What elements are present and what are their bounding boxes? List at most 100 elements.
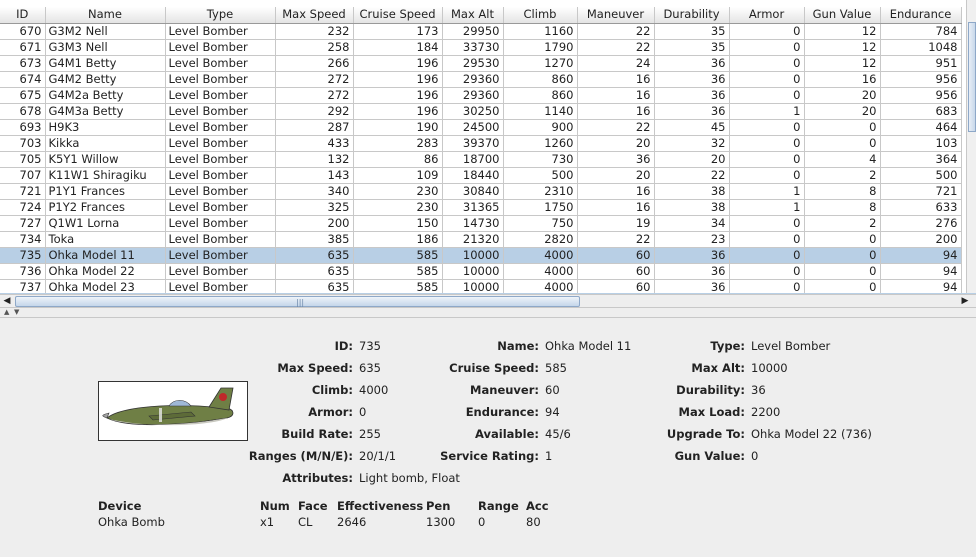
table-cell: 94	[880, 279, 962, 293]
gun-value-value: 0	[751, 449, 759, 463]
table-cell: 29360	[442, 71, 504, 88]
table-cell: 150	[353, 215, 443, 232]
collapse-up-icon[interactable]: ▲	[4, 308, 9, 316]
table-row[interactable]: 705 K5Y1 Willow Level Bomber 132 86 18700 730 3…	[0, 151, 962, 168]
table-cell: 0	[729, 215, 805, 232]
table-cell: 30250	[442, 103, 504, 120]
table-cell: Level Bomber	[165, 231, 276, 248]
horizontal-scroll-thumb[interactable]: |||	[15, 296, 580, 307]
table-cell: 10000	[442, 263, 504, 280]
table-cell: 364	[880, 151, 962, 168]
table-cell: 18700	[442, 151, 504, 168]
table-row[interactable]: 703 Kikka Level Bomber 433 283 39370 1260 20 32 0…	[0, 135, 962, 152]
table-cell: 19	[577, 215, 655, 232]
table-cell: 1160	[503, 23, 578, 40]
table-row[interactable]: 693 H9K3 Level Bomber 287 190 24500 900 22 45 0 0 4…	[0, 119, 962, 136]
table-cell: 724	[0, 199, 46, 216]
vertical-scroll-thumb[interactable]	[968, 22, 976, 132]
table-cell: Level Bomber	[165, 263, 276, 280]
column-header[interactable]: Name	[45, 7, 166, 24]
table-row[interactable]: 735 Ohka Model 11 Level Bomber 635 585 10000 4…	[0, 247, 962, 264]
table-cell: 703	[0, 135, 46, 152]
split-pane-divider[interactable]: ▲ ▼	[0, 308, 976, 318]
table-cell: 678	[0, 103, 46, 120]
column-header[interactable]: Endurance	[880, 7, 962, 24]
table-cell: 860	[503, 87, 578, 104]
aircraft-grid[interactable]: ID Name Type Max Speed Cruise Speed Max Alt Cl…	[0, 7, 962, 293]
attributes-value: Light bomb, Float	[359, 471, 460, 485]
table-row[interactable]: 675 G4M2a Betty Level Bomber 272 196 29360 860…	[0, 87, 962, 104]
table-row[interactable]: 721 P1Y1 Frances Level Bomber 340 230 30840 23…	[0, 183, 962, 200]
table-cell: 0	[729, 119, 805, 136]
device-name: Ohka Bomb	[98, 515, 165, 529]
max-load-label: Max Load:	[678, 405, 745, 419]
table-row[interactable]: 734 Toka Level Bomber 385 186 21320 2820 22 23 0 0…	[0, 231, 962, 248]
table-cell: G4M3a Betty	[45, 103, 166, 120]
column-header[interactable]: Max Speed	[275, 7, 354, 24]
table-cell: 340	[275, 183, 354, 200]
table-cell: 951	[880, 55, 962, 72]
table-row[interactable]: 674 G4M2 Betty Level Bomber 272 196 29360 860 1…	[0, 71, 962, 88]
scroll-grip-icon: |||	[296, 298, 305, 307]
device-effectiveness: 2646	[337, 515, 367, 529]
column-header[interactable]: Cruise Speed	[353, 7, 443, 24]
table-cell: 12	[804, 55, 881, 72]
device-effectiveness-header: Effectiveness	[337, 499, 424, 513]
table-cell: 32	[654, 135, 730, 152]
column-header[interactable]: Armor	[729, 7, 805, 24]
id-label: ID:	[334, 339, 353, 353]
table-cell: 24500	[442, 119, 504, 136]
column-header[interactable]: Max Alt	[442, 7, 504, 24]
aircraft-table[interactable]: ID Name Type Max Speed Cruise Speed Max Alt Cl…	[0, 0, 976, 294]
endurance-value: 94	[545, 405, 560, 419]
table-cell: 266	[275, 55, 354, 72]
scroll-right-icon[interactable]: ▶	[958, 295, 972, 307]
vertical-scrollbar[interactable]	[966, 0, 976, 293]
table-row[interactable]: 736 Ohka Model 22 Level Bomber 635 585 10000 4…	[0, 263, 962, 280]
column-header[interactable]: Durability	[654, 7, 730, 24]
table-cell: 230	[353, 199, 443, 216]
table-cell: 31365	[442, 199, 504, 216]
table-row[interactable]: 727 Q1W1 Lorna Level Bomber 200 150 14730 750 1…	[0, 215, 962, 232]
horizontal-scrollbar[interactable]: ◀ ||| ▶	[0, 294, 976, 308]
column-header[interactable]: Gun Value	[804, 7, 881, 24]
table-cell: 956	[880, 71, 962, 88]
table-row[interactable]: 737 Ohka Model 23 Level Bomber 635 585 10000 4…	[0, 279, 962, 293]
table-row[interactable]: 671 G3M3 Nell Level Bomber 258 184 33730 1790 2…	[0, 39, 962, 56]
table-cell: 35	[654, 39, 730, 56]
table-row[interactable]: 678 G4M3a Betty Level Bomber 292 196 30250 114…	[0, 103, 962, 120]
table-cell: Level Bomber	[165, 87, 276, 104]
table-cell: 20	[577, 135, 655, 152]
table-cell: 18440	[442, 167, 504, 184]
column-header[interactable]: Climb	[503, 7, 578, 24]
collapse-down-icon[interactable]: ▼	[14, 308, 19, 316]
table-cell: 22	[577, 119, 655, 136]
table-cell: K11W1 Shiragiku	[45, 167, 166, 184]
table-cell: 635	[275, 279, 354, 293]
scroll-left-icon[interactable]: ◀	[0, 295, 14, 307]
table-cell: 675	[0, 87, 46, 104]
table-cell: 0	[804, 263, 881, 280]
table-cell: Q1W1 Lorna	[45, 215, 166, 232]
table-row[interactable]: 724 P1Y2 Frances Level Bomber 325 230 31365 17…	[0, 199, 962, 216]
column-header[interactable]: Type	[165, 7, 276, 24]
table-cell: 585	[353, 279, 443, 293]
table-cell: 29530	[442, 55, 504, 72]
table-cell: 1790	[503, 39, 578, 56]
table-cell: 0	[729, 167, 805, 184]
table-row[interactable]: 670 G3M2 Nell Level Bomber 232 173 29950 1160 2…	[0, 23, 962, 40]
table-cell: 38	[654, 183, 730, 200]
column-header[interactable]: ID	[0, 7, 46, 24]
table-cell: 33730	[442, 39, 504, 56]
table-cell: 0	[804, 119, 881, 136]
table-cell: 45	[654, 119, 730, 136]
column-header[interactable]: Maneuver	[577, 7, 655, 24]
table-cell: 585	[353, 263, 443, 280]
table-cell: 287	[275, 119, 354, 136]
table-cell: K5Y1 Willow	[45, 151, 166, 168]
table-row[interactable]: 673 G4M1 Betty Level Bomber 266 196 29530 1270…	[0, 55, 962, 72]
table-cell: 39370	[442, 135, 504, 152]
table-row[interactable]: 707 K11W1 Shiragiku Level Bomber 143 109 1844…	[0, 167, 962, 184]
table-cell: G3M2 Nell	[45, 23, 166, 40]
table-cell: 860	[503, 71, 578, 88]
